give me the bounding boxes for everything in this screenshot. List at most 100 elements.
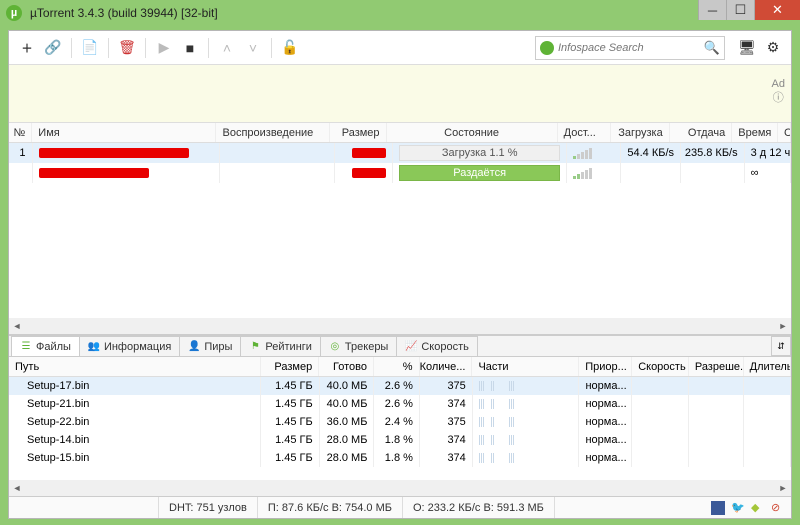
statusbar: DHT: 751 узлов П: 87.6 КБ/с В: 754.0 МБ … [9, 496, 791, 518]
tab-peers[interactable]: 👤Пиры [179, 336, 241, 356]
horizontal-scrollbar[interactable]: ◄ ► [9, 480, 791, 496]
cell-path: Setup-17.bin [9, 377, 261, 395]
cell-name [33, 143, 221, 163]
move-up-icon[interactable]: ˄ [215, 36, 239, 60]
col-done[interactable]: Готово [319, 357, 374, 376]
col-download[interactable]: Загрузка [611, 123, 670, 142]
pieces-icon [479, 380, 514, 392]
cell-path: Setup-22.bin [9, 413, 261, 431]
col-play[interactable]: Воспроизведение [216, 123, 329, 142]
col-time[interactable]: Время [732, 123, 778, 142]
app-icon: µ [6, 5, 22, 21]
col-size[interactable]: Размер [261, 357, 320, 376]
speed-icon: 📈 [405, 341, 417, 353]
file-row[interactable]: Setup-15.bin1.45 ГБ28.0 МБ1.8 %374норма.… [9, 449, 791, 467]
minimize-button[interactable]: ─ [698, 0, 726, 20]
ratings-icon: ⚑ [249, 341, 261, 353]
android-icon[interactable]: ◆ [751, 501, 765, 515]
availability-icon [573, 147, 592, 159]
tab-info[interactable]: 👥Информация [79, 336, 180, 356]
block-icon[interactable]: ⊘ [771, 501, 785, 515]
unlock-icon[interactable]: 🔓 [278, 36, 302, 60]
col-name[interactable]: Имя [32, 123, 216, 142]
col-count[interactable]: Количе... [420, 357, 473, 376]
torrent-list-header[interactable]: № Имя Воспроизведение Размер Состояние Д… [9, 123, 791, 143]
tab-ratings[interactable]: ⚑Рейтинги [240, 336, 321, 356]
scroll-left-icon[interactable]: ◄ [9, 321, 25, 331]
tab-speed[interactable]: 📈Скорость [396, 336, 478, 356]
cell-name [33, 163, 221, 183]
ad-label: Adⓘ [772, 77, 785, 105]
info-icon: 👥 [88, 341, 100, 353]
horizontal-scrollbar[interactable]: ◄ ► [9, 318, 791, 334]
scroll-right-icon[interactable]: ► [775, 483, 791, 493]
pieces-icon [479, 416, 514, 428]
cell-size [335, 143, 393, 163]
facebook-icon[interactable] [711, 501, 725, 515]
titlebar: µ µTorrent 3.4.3 (build 39944) [32-bit] … [0, 0, 800, 26]
file-row[interactable]: Setup-17.bin1.45 ГБ40.0 МБ2.6 %375норма.… [9, 377, 791, 395]
settings-icon[interactable]: ⚙ [761, 36, 785, 60]
col-upload[interactable]: Отдача [670, 123, 733, 142]
maximize-button[interactable]: ☐ [726, 0, 754, 20]
search-box[interactable]: 🔍 [535, 36, 725, 60]
move-down-icon[interactable]: ˅ [241, 36, 265, 60]
col-duration[interactable]: Длитель... [744, 357, 791, 376]
add-torrent-icon[interactable]: ＋ [15, 36, 39, 60]
peers-icon: 👤 [188, 341, 200, 353]
progress-bar: Загрузка 1.1 % [399, 145, 560, 161]
col-speed[interactable]: Скорость [632, 357, 689, 376]
expand-tabs-icon[interactable]: ⇵ [771, 336, 791, 356]
pieces-icon [479, 452, 514, 464]
status-download[interactable]: П: 87.6 КБ/с В: 754.0 МБ [258, 497, 403, 518]
twitter-icon[interactable]: 🐦 [731, 501, 745, 515]
status-upload[interactable]: О: 233.2 КБ/с В: 591.3 МБ [403, 497, 555, 518]
torrent-row[interactable]: 1 Загрузка 1.1 % 54.4 КБ/s 235.8 КБ/s 3 … [9, 143, 791, 163]
files-icon: ☰ [20, 341, 32, 353]
file-row[interactable]: Setup-22.bin1.45 ГБ36.0 МБ2.4 %375норма.… [9, 413, 791, 431]
tab-trackers[interactable]: ◎Трекеры [320, 336, 397, 356]
col-avail[interactable]: Дост... [558, 123, 611, 142]
status-dht[interactable]: DHT: 751 узлов [159, 497, 258, 518]
scroll-right-icon[interactable]: ► [775, 321, 791, 331]
detail-tabs: ☰Файлы 👥Информация 👤Пиры ⚑Рейтинги ◎Трек… [9, 335, 791, 357]
col-state[interactable]: Состояние [387, 123, 558, 142]
toolbar: ＋ 🔗 📄 🗑 ▶ ■ ˄ ˅ 🔓 🔍 🖥 ⚙ [9, 31, 791, 65]
col-priority[interactable]: Приор... [579, 357, 632, 376]
cell-size [335, 163, 393, 183]
app-window: ＋ 🔗 📄 🗑 ▶ ■ ˄ ˅ 🔓 🔍 🖥 ⚙ Adⓘ № Имя Воспро… [8, 30, 792, 519]
col-percent[interactable]: % [374, 357, 420, 376]
file-row[interactable]: Setup-21.bin1.45 ГБ40.0 МБ2.6 %374норма.… [9, 395, 791, 413]
scroll-left-icon[interactable]: ◄ [9, 483, 25, 493]
close-button[interactable]: ✕ [754, 0, 800, 20]
delete-icon[interactable]: 🗑 [115, 36, 139, 60]
window-title: µTorrent 3.4.3 (build 39944) [32-bit] [30, 6, 218, 20]
add-url-icon[interactable]: 🔗 [41, 36, 65, 60]
col-number[interactable]: № [9, 123, 32, 142]
pieces-icon [479, 398, 514, 410]
cell-path: Setup-15.bin [9, 449, 261, 467]
progress-bar: Раздаётся [399, 165, 560, 181]
col-more[interactable]: С [778, 123, 791, 142]
stop-icon[interactable]: ■ [178, 36, 202, 60]
file-row[interactable]: Setup-14.bin1.45 ГБ28.0 МБ1.8 %374норма.… [9, 431, 791, 449]
col-path[interactable]: Путь [9, 357, 261, 376]
files-header[interactable]: Путь Размер Готово % Количе... Части При… [9, 357, 791, 377]
col-perm[interactable]: Разреше... [689, 357, 744, 376]
remote-icon[interactable]: 🖥 [735, 36, 759, 60]
torrent-list: № Имя Воспроизведение Размер Состояние Д… [9, 123, 791, 335]
start-icon[interactable]: ▶ [152, 36, 176, 60]
search-icon[interactable]: 🔍 [704, 40, 720, 56]
torrent-row[interactable]: Раздаётся ∞ [9, 163, 791, 183]
search-provider-icon [540, 41, 554, 55]
availability-icon [573, 167, 592, 179]
search-input[interactable] [558, 42, 704, 54]
pieces-icon [479, 434, 514, 446]
col-size[interactable]: Размер [330, 123, 387, 142]
create-torrent-icon[interactable]: 📄 [78, 36, 102, 60]
ad-banner: Adⓘ [9, 65, 791, 123]
cell-path: Setup-14.bin [9, 431, 261, 449]
files-panel: Путь Размер Готово % Количе... Части При… [9, 357, 791, 496]
col-parts[interactable]: Части [472, 357, 579, 376]
tab-files[interactable]: ☰Файлы [11, 336, 80, 356]
